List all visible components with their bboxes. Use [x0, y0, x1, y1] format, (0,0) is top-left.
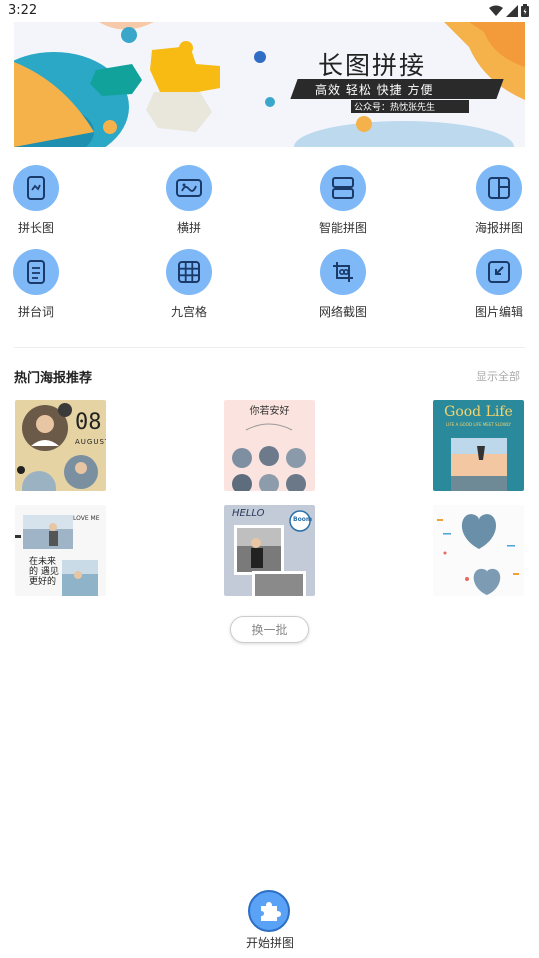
poster-card[interactable]: 08 AUGUST: [15, 400, 106, 491]
status-icons: [489, 4, 529, 17]
tool-label: 海报拼图: [474, 221, 523, 235]
poster-text: HELLO: [232, 508, 265, 519]
section-title: 热门海报推荐: [14, 371, 93, 386]
tool-web-screenshot[interactable]: 网络截图: [303, 249, 383, 320]
web-screenshot-icon: [320, 249, 366, 295]
refresh-button[interactable]: 换一批: [230, 616, 309, 643]
tool-label: 拼台词: [17, 305, 54, 319]
tool-label: 九宫格: [170, 305, 207, 319]
poster-subtext: Boom: [293, 516, 313, 523]
banner-tag: 公众号：热忱张先生: [354, 103, 436, 113]
start-collage-button[interactable]: [248, 890, 290, 932]
poster-card[interactable]: [433, 505, 524, 596]
divider: [14, 347, 525, 348]
puzzle-icon: [261, 902, 281, 921]
tool-nine-grid[interactable]: 九宫格: [149, 249, 229, 320]
tool-poster-collage[interactable]: 海报拼图: [459, 165, 539, 236]
image-edit-icon: [476, 249, 522, 295]
poster-collage-icon: [476, 165, 522, 211]
poster-thumbnail: [437, 514, 519, 595]
banner-title: 长图拼接: [318, 51, 427, 80]
tool-label: 智能拼图: [318, 221, 367, 235]
tool-smart-collage[interactable]: 智能拼图: [303, 165, 383, 236]
tool-long-image[interactable]: 拼长图: [0, 165, 76, 236]
tool-image-edit[interactable]: 图片编辑: [459, 249, 539, 320]
banner[interactable]: 长图拼接 高效 轻松 快捷 方便 公众号：热忱张先生: [14, 22, 525, 147]
poster-card[interactable]: HELLO Boom: [224, 505, 315, 596]
status-bar: 3:22: [0, 0, 539, 22]
tool-label: 横拼: [176, 221, 201, 235]
poster-card[interactable]: LOVE ME 在未来的 遇见更好的: [15, 505, 106, 596]
poster-subtext: AUGUST: [75, 438, 106, 446]
long-image-icon: [13, 165, 59, 211]
wifi-icon: [489, 5, 503, 16]
poster-text: Good Life: [444, 404, 513, 420]
start-collage-label: 开始拼图: [245, 936, 294, 950]
horizontal-stitch-icon: [166, 165, 212, 211]
poster-subtext: LIFE A GOOD LIFE MEET SLOWLY: [446, 422, 511, 427]
battery-icon: [521, 4, 529, 17]
tool-label: 网络截图: [318, 305, 367, 319]
poster-text: 你若安好: [249, 406, 290, 417]
tool-horizontal-stitch[interactable]: 横拼: [149, 165, 229, 236]
tool-label: 拼长图: [17, 221, 54, 235]
show-all-link[interactable]: 显示全部: [476, 368, 520, 384]
smart-collage-icon: [320, 165, 366, 211]
poster-card[interactable]: Good Life LIFE A GOOD LIFE MEET SLOWLY: [433, 400, 524, 491]
banner-subtitle: 高效 轻松 快捷 方便: [315, 83, 434, 97]
status-time: 3:22: [8, 3, 38, 18]
subtitle-stitch-icon: [13, 249, 59, 295]
poster-text: LOVE ME: [73, 515, 100, 522]
tool-subtitle-stitch[interactable]: 拼台词: [0, 249, 76, 320]
poster-card[interactable]: 你若安好: [224, 400, 315, 491]
poster-text: 08: [75, 410, 102, 435]
tool-label: 图片编辑: [474, 305, 523, 319]
poster-subtext: 在未来的 遇见更好的: [29, 557, 59, 587]
nine-grid-icon: [166, 249, 212, 295]
signal-icon: [506, 4, 518, 17]
